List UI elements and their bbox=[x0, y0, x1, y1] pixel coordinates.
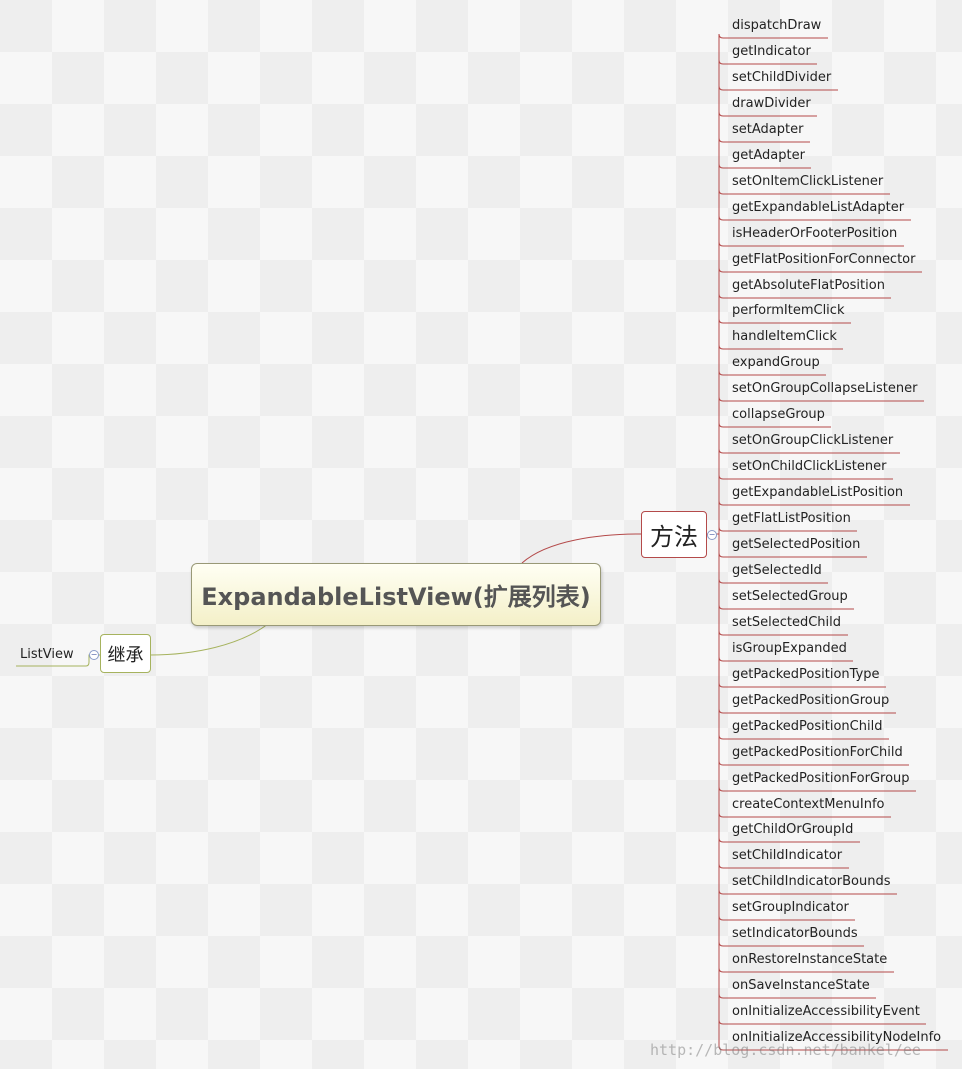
leaf-method[interactable]: onRestoreInstanceState bbox=[732, 952, 887, 968]
connector-line bbox=[718, 163, 811, 169]
connector-line bbox=[718, 448, 900, 454]
leaf-method[interactable]: setAdapter bbox=[732, 122, 803, 138]
connector-line bbox=[718, 111, 817, 117]
leaf-method[interactable]: setOnGroupCollapseListener bbox=[732, 381, 917, 397]
connector-line bbox=[718, 863, 849, 869]
leaf-method[interactable]: getIndicator bbox=[732, 44, 811, 60]
connector-line bbox=[718, 552, 867, 558]
connector-line bbox=[149, 623, 269, 656]
branch-methods[interactable]: 方法 bbox=[641, 511, 707, 558]
leaf-method[interactable]: getPackedPositionForGroup bbox=[732, 771, 910, 787]
leaf-method[interactable]: getExpandableListPosition bbox=[732, 485, 903, 501]
leaf-method[interactable]: isHeaderOrFooterPosition bbox=[732, 226, 897, 242]
connector-line bbox=[718, 241, 904, 247]
connector-line bbox=[718, 267, 922, 273]
connector-line bbox=[718, 941, 864, 947]
leaf-method[interactable]: setSelectedGroup bbox=[732, 589, 848, 605]
leaf-method[interactable]: handleItemClick bbox=[732, 329, 837, 345]
connector-line bbox=[718, 59, 817, 65]
leaf-listview[interactable]: ListView bbox=[20, 647, 74, 663]
leaf-method[interactable]: setSelectedChild bbox=[732, 615, 841, 631]
leaf-method[interactable]: setOnItemClickListener bbox=[732, 174, 883, 190]
connector-line bbox=[718, 474, 893, 480]
leaf-method[interactable]: getExpandableListAdapter bbox=[732, 200, 904, 216]
leaf-method[interactable]: getPackedPositionChild bbox=[732, 719, 882, 735]
leaf-method[interactable]: setChildIndicator bbox=[732, 848, 842, 864]
connector-line bbox=[521, 533, 642, 564]
leaf-method[interactable]: drawDivider bbox=[732, 96, 811, 112]
leaf-method[interactable]: getAbsoluteFlatPosition bbox=[732, 278, 885, 294]
leaf-method[interactable]: collapseGroup bbox=[732, 407, 825, 423]
leaf-method[interactable]: setChildDivider bbox=[732, 70, 831, 86]
branch-inherit[interactable]: 继承 bbox=[100, 634, 151, 673]
connector-line bbox=[718, 708, 896, 714]
connector-line bbox=[718, 993, 876, 999]
connector-line bbox=[718, 915, 855, 921]
connector-line bbox=[718, 760, 909, 766]
connector-line bbox=[718, 889, 897, 895]
connector-line bbox=[718, 1019, 926, 1025]
connector-line bbox=[718, 682, 886, 688]
connector-line bbox=[718, 396, 924, 402]
leaf-method[interactable]: getChildOrGroupId bbox=[732, 822, 853, 838]
leaf-method[interactable]: getFlatPositionForConnector bbox=[732, 252, 915, 268]
leaf-method[interactable]: performItemClick bbox=[732, 303, 844, 319]
connector-line bbox=[718, 370, 826, 376]
leaf-method[interactable]: setIndicatorBounds bbox=[732, 926, 858, 942]
connector-line bbox=[718, 734, 889, 740]
leaf-method[interactable]: setOnChildClickListener bbox=[732, 459, 886, 475]
connector-line bbox=[718, 656, 853, 662]
connector-line bbox=[718, 837, 860, 843]
connector-line bbox=[718, 33, 828, 39]
leaf-method[interactable]: getFlatListPosition bbox=[732, 511, 851, 527]
connector-line bbox=[718, 422, 831, 428]
central-topic[interactable]: ExpandableListView(扩展列表) bbox=[191, 563, 601, 626]
connector-line bbox=[718, 630, 848, 636]
connector-line bbox=[718, 500, 910, 506]
leaf-method[interactable]: getPackedPositionForChild bbox=[732, 745, 903, 761]
connector-line bbox=[718, 786, 916, 792]
connector-line bbox=[718, 189, 890, 195]
connector-line bbox=[718, 293, 891, 299]
leaf-method[interactable]: setOnGroupClickListener bbox=[732, 433, 893, 449]
leaf-method[interactable]: expandGroup bbox=[732, 355, 820, 371]
watermark: http://blog.csdn.net/bankel/ee bbox=[650, 1041, 921, 1059]
collapse-methods-icon[interactable]: − bbox=[707, 530, 717, 540]
mindmap-canvas: { "central_topic": "ExpandableListView(扩… bbox=[0, 0, 962, 1069]
leaf-method[interactable]: getPackedPositionGroup bbox=[732, 693, 889, 709]
connector-line bbox=[718, 318, 851, 324]
connector-line bbox=[718, 344, 843, 350]
leaf-method[interactable]: getPackedPositionType bbox=[732, 667, 880, 683]
connector-line bbox=[718, 85, 838, 91]
leaf-method[interactable]: createContextMenuInfo bbox=[732, 797, 885, 813]
leaf-method[interactable]: dispatchDraw bbox=[732, 18, 821, 34]
leaf-method[interactable]: onInitializeAccessibilityEvent bbox=[732, 1004, 920, 1020]
leaf-method[interactable]: getAdapter bbox=[732, 148, 805, 164]
connector-line bbox=[718, 578, 828, 584]
leaf-method[interactable]: setChildIndicatorBounds bbox=[732, 874, 890, 890]
leaf-method[interactable]: isGroupExpanded bbox=[732, 641, 847, 657]
connector-line bbox=[718, 967, 894, 973]
connector-line bbox=[718, 604, 854, 610]
connector-line bbox=[718, 526, 857, 532]
collapse-inherit-icon[interactable]: − bbox=[89, 650, 99, 660]
connector-line bbox=[718, 215, 911, 221]
leaf-method[interactable]: onSaveInstanceState bbox=[732, 978, 870, 994]
leaf-method[interactable]: getSelectedId bbox=[732, 563, 822, 579]
leaf-method[interactable]: getSelectedPosition bbox=[732, 537, 860, 553]
connector-line bbox=[718, 812, 891, 818]
connector-line bbox=[718, 137, 810, 143]
leaf-method[interactable]: setGroupIndicator bbox=[732, 900, 849, 916]
